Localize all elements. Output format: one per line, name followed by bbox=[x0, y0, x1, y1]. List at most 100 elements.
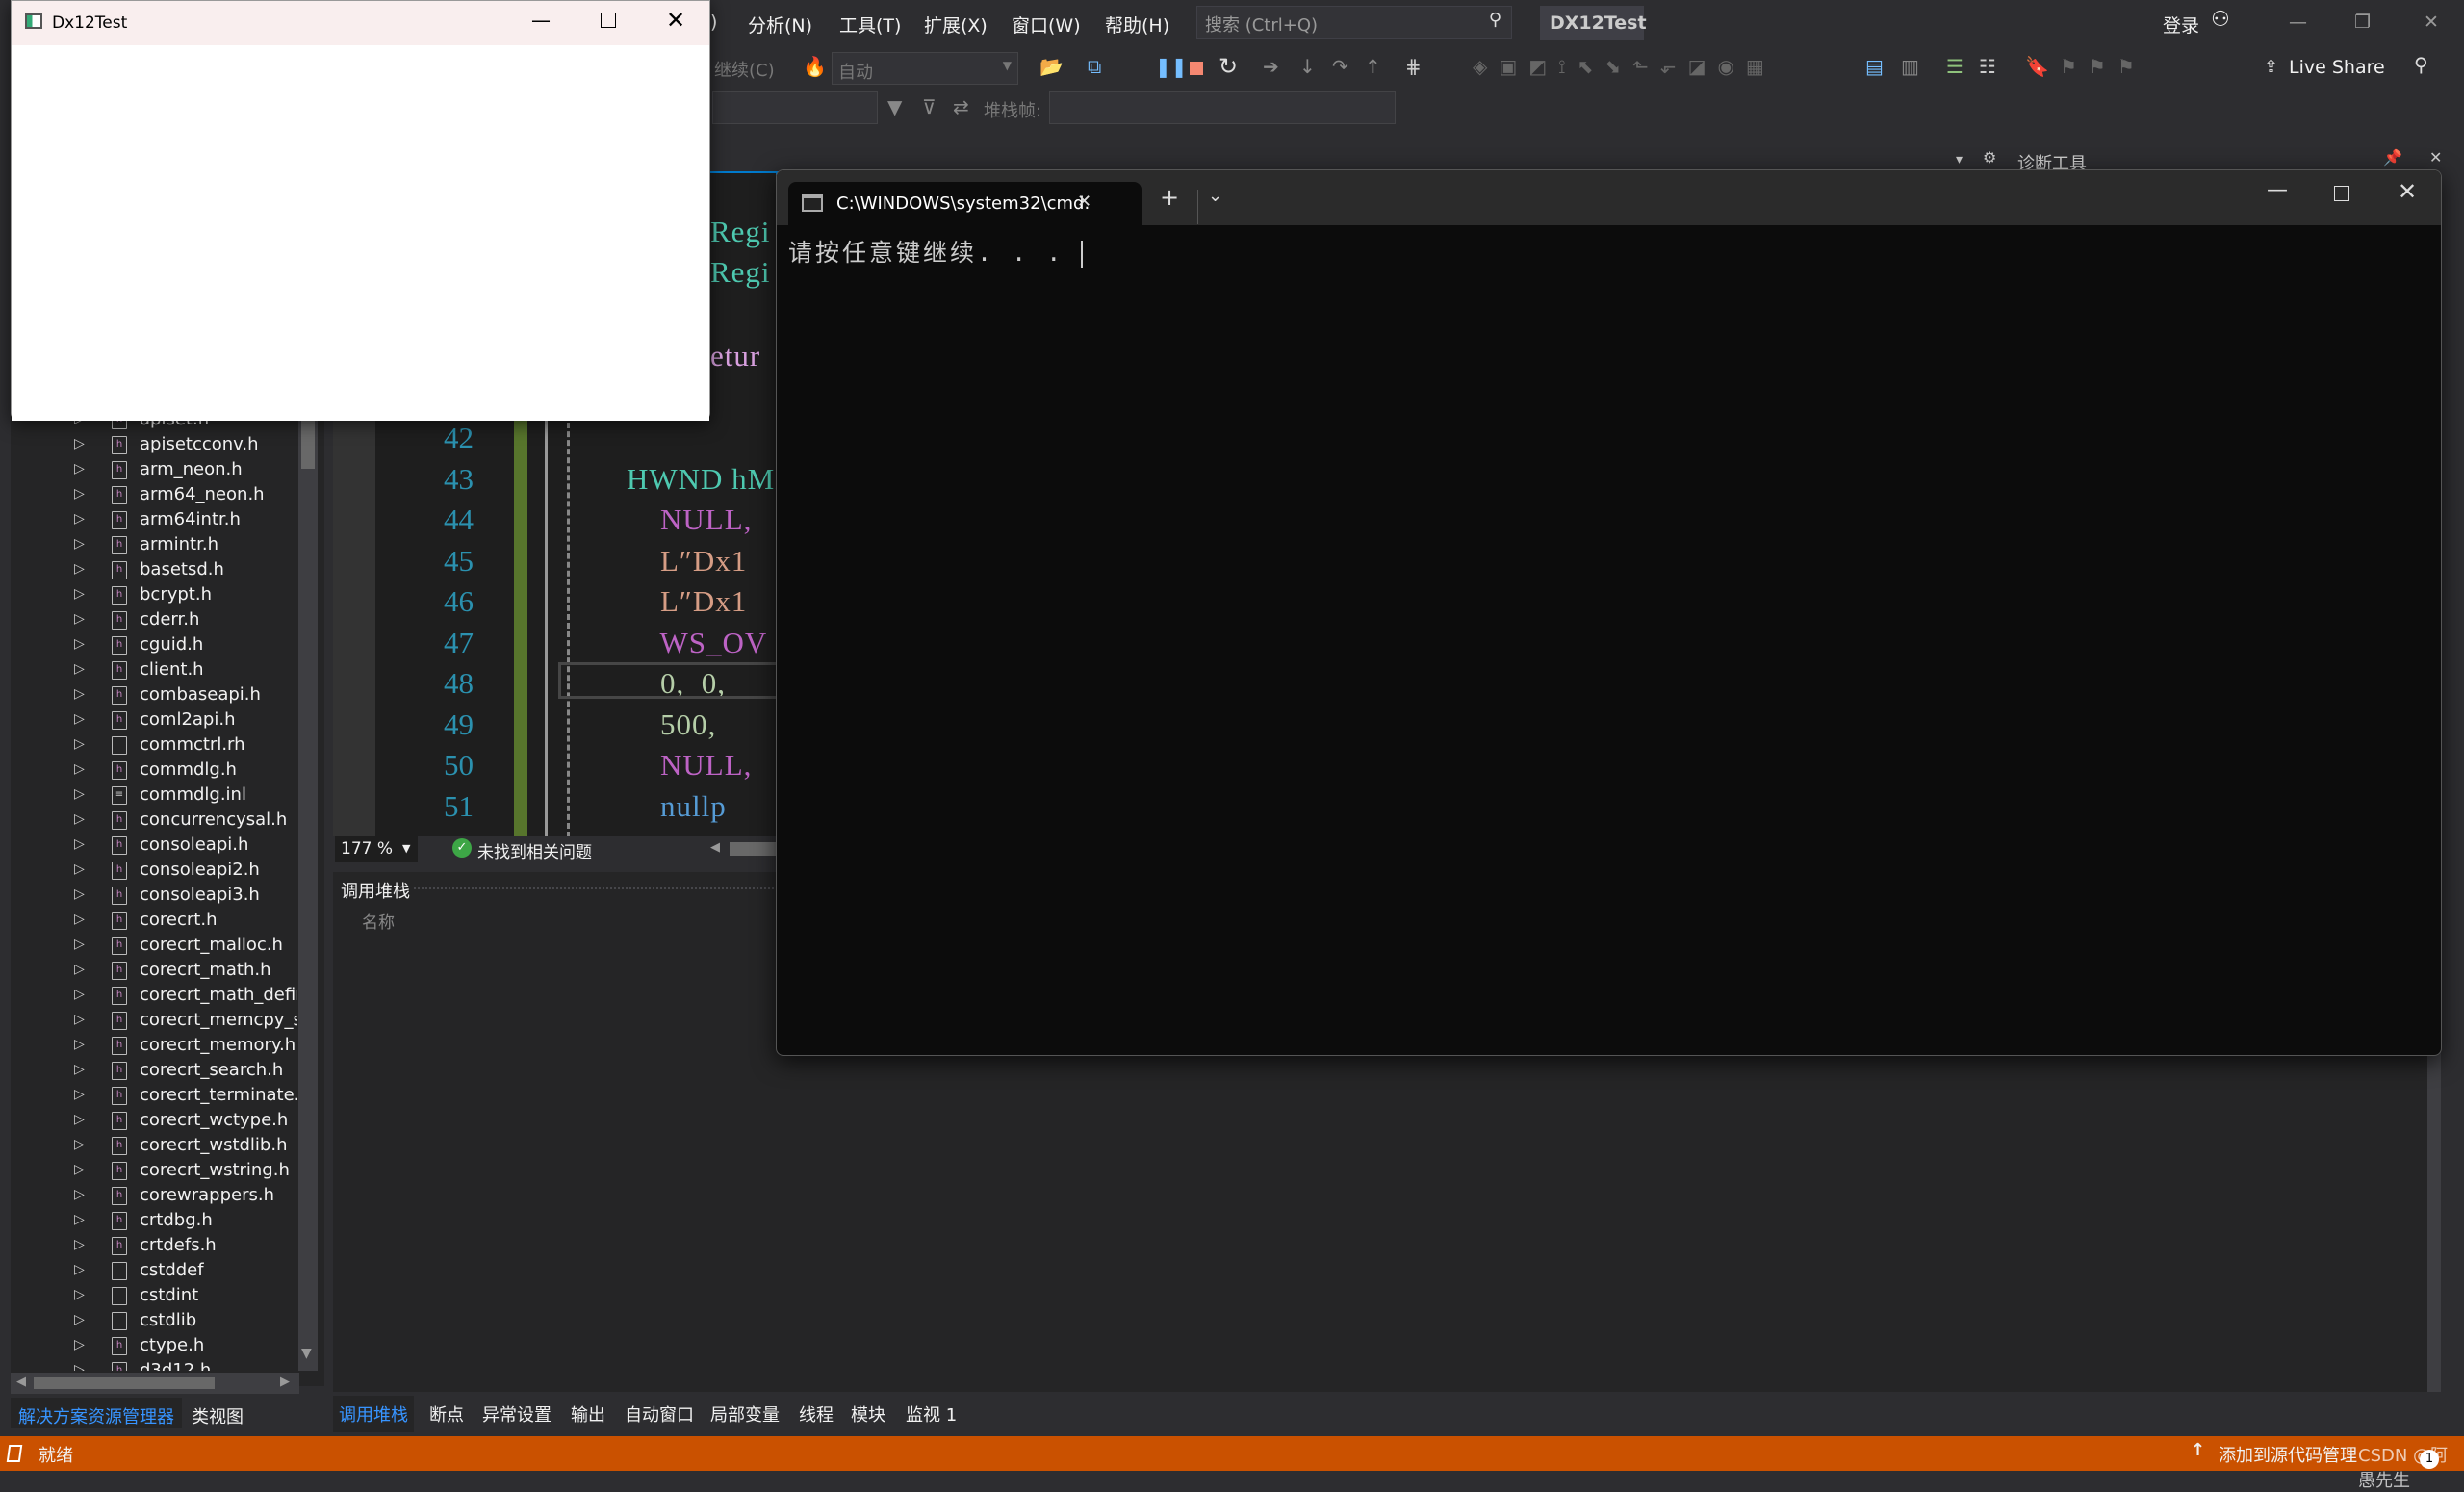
expand-icon[interactable]: ▷ bbox=[74, 1087, 85, 1102]
tab-7[interactable]: 线程 bbox=[799, 1402, 834, 1427]
expand-icon[interactable]: ▷ bbox=[74, 736, 85, 752]
expand-icon[interactable]: ▷ bbox=[74, 511, 85, 527]
outdent-icon[interactable]: ☷ bbox=[1979, 55, 1996, 78]
tab-5[interactable]: 自动窗口 bbox=[625, 1402, 694, 1427]
expand-icon[interactable]: ▷ bbox=[74, 887, 85, 902]
zoom-dropdown[interactable]: 177 % ▼ bbox=[335, 836, 418, 862]
tree-horizontal-scrollbar[interactable]: ◀ ▶ bbox=[11, 1373, 299, 1394]
expand-icon[interactable]: ▷ bbox=[74, 1337, 85, 1352]
thread-toggle-icon[interactable]: ⇄ bbox=[953, 95, 969, 118]
expand-icon[interactable]: ▷ bbox=[74, 761, 85, 777]
scroll-left-icon[interactable]: ◀ bbox=[710, 840, 720, 855]
screenshot-icon[interactable]: ⧉ bbox=[1088, 55, 1101, 78]
issues-status[interactable]: 未找到相关问题 bbox=[477, 838, 592, 862]
restore-button[interactable]: ❐ bbox=[2354, 12, 2371, 33]
tab-8[interactable]: 模块 bbox=[851, 1402, 886, 1427]
close-button[interactable]: ✕ bbox=[2424, 12, 2439, 33]
tree-item[interactable]: ▷ h d3d12.h bbox=[11, 1359, 297, 1371]
expand-icon[interactable]: ▷ bbox=[74, 1237, 85, 1252]
filter-icon[interactable]: ▼ bbox=[887, 95, 902, 118]
tree-item[interactable]: ▷ h armintr.h bbox=[11, 533, 297, 558]
expand-icon[interactable]: ▷ bbox=[74, 1162, 85, 1177]
tree-item[interactable]: ▷ cstddef bbox=[11, 1259, 297, 1284]
expand-icon[interactable]: ▷ bbox=[74, 1287, 85, 1302]
tree-item[interactable]: ▷ h apisetcconv.h bbox=[11, 433, 297, 458]
restart-icon[interactable]: ↻ bbox=[1219, 53, 1238, 80]
filter-clear-icon[interactable]: ⊽ bbox=[922, 95, 937, 118]
close-button[interactable]: ✕ bbox=[666, 7, 685, 34]
tree-item[interactable]: ▷ h corecrt_wstring.h bbox=[11, 1159, 297, 1184]
editor-hscroll-thumb[interactable] bbox=[730, 842, 776, 856]
scroll-down-icon[interactable]: ▼ bbox=[301, 1346, 312, 1361]
minimize-button[interactable]: — bbox=[2289, 12, 2307, 33]
expand-icon[interactable]: ▷ bbox=[74, 786, 85, 802]
tree-item[interactable]: ▷ h arm64_neon.h bbox=[11, 483, 297, 508]
new-tab-button[interactable]: + bbox=[1160, 184, 1179, 211]
tree-item[interactable]: ▷ h consoleapi3.h bbox=[11, 884, 297, 909]
tree-item[interactable]: ▷ ≡ commdlg.inl bbox=[11, 784, 297, 809]
tree-item[interactable]: ▷ commctrl.rh bbox=[11, 733, 297, 759]
pane-dropdown-icon[interactable]: ▾ bbox=[1956, 152, 1963, 167]
tree-item[interactable]: ▷ h cderr.h bbox=[11, 608, 297, 633]
tree-vertical-scrollbar[interactable] bbox=[298, 408, 318, 1371]
expand-icon[interactable]: ▷ bbox=[74, 586, 85, 602]
expand-icon[interactable]: ▷ bbox=[74, 987, 85, 1002]
expand-icon[interactable]: ▷ bbox=[74, 1037, 85, 1052]
uncomment-icon[interactable]: ▥ bbox=[1901, 55, 1919, 78]
tree-item[interactable]: ▷ h corecrt_malloc.h bbox=[11, 934, 297, 959]
terminal-output[interactable]: 请按任意键继续. . . bbox=[788, 234, 1084, 269]
terminal-tab[interactable]: C:\WINDOWS\system32\cmd. ✕ bbox=[788, 182, 1142, 225]
hex-display-icon[interactable]: ⋕ bbox=[1405, 55, 1422, 78]
expand-icon[interactable]: ▷ bbox=[74, 937, 85, 952]
arrow-up-icon[interactable]: ↑ bbox=[2191, 1440, 2205, 1460]
step-into-icon[interactable]: ↓ bbox=[1299, 55, 1316, 78]
expand-icon[interactable]: ▷ bbox=[74, 486, 85, 502]
scroll-right-icon[interactable]: ▶ bbox=[280, 1375, 290, 1389]
tree-item[interactable]: ▷ h consoleapi.h bbox=[11, 834, 297, 859]
expand-icon[interactable]: ▷ bbox=[74, 1137, 85, 1152]
tree-item[interactable]: ▷ h arm64intr.h bbox=[11, 508, 297, 533]
menu-analyze[interactable]: 分析(N) bbox=[748, 12, 812, 38]
tree-item[interactable]: ▷ h corecrt_terminate.h bbox=[11, 1084, 297, 1109]
tree-item[interactable]: ▷ h arm_neon.h bbox=[11, 458, 297, 483]
tree-scroll-thumb[interactable] bbox=[301, 421, 315, 469]
gear-icon[interactable]: ⚙ bbox=[1983, 148, 1996, 167]
tab-dropdown-icon[interactable]: ⌄ bbox=[1208, 186, 1222, 206]
indent-icon[interactable]: ☰ bbox=[1946, 55, 1964, 78]
tree-item[interactable]: ▷ h corecrt_search.h bbox=[11, 1059, 297, 1084]
tree-item[interactable]: ▷ h ctype.h bbox=[11, 1334, 297, 1359]
tree-item[interactable]: ▷ h concurrencysal.h bbox=[11, 809, 297, 834]
expand-icon[interactable]: ▷ bbox=[74, 611, 85, 627]
menu-item-fragment[interactable]: ) bbox=[710, 12, 717, 33]
tree-item[interactable]: ▷ h corecrt_math_defines.h bbox=[11, 984, 297, 1009]
tab-solution-explorer[interactable]: 解决方案资源管理器 bbox=[11, 1398, 182, 1428]
minimize-button[interactable]: — bbox=[2267, 178, 2288, 202]
tree-item[interactable]: ▷ h corecrt_wstdlib.h bbox=[11, 1134, 297, 1159]
bookmark-nav-icons[interactable]: ⚑⚑⚑ bbox=[2060, 55, 2146, 78]
scroll-left-icon[interactable]: ◀ bbox=[16, 1375, 26, 1389]
tab-9[interactable]: 监视 1 bbox=[906, 1402, 957, 1427]
expand-icon[interactable]: ▷ bbox=[74, 1312, 85, 1327]
expand-icon[interactable]: ▷ bbox=[74, 862, 85, 877]
tree-item[interactable]: ▷ h client.h bbox=[11, 658, 297, 683]
expand-icon[interactable]: ▷ bbox=[74, 962, 85, 977]
tab-class-view[interactable]: 类视图 bbox=[192, 1403, 244, 1428]
expand-icon[interactable]: ▷ bbox=[74, 1112, 85, 1127]
menu-window[interactable]: 窗口(W) bbox=[1012, 12, 1081, 38]
tree-item[interactable]: ▷ h corecrt_memcpy_s.h bbox=[11, 1009, 297, 1034]
process-dropdown[interactable] bbox=[712, 91, 878, 124]
expand-icon[interactable]: ▷ bbox=[74, 1212, 85, 1227]
bookmark-icon[interactable]: 🔖 bbox=[2025, 55, 2049, 78]
expand-icon[interactable]: ▷ bbox=[74, 1262, 85, 1277]
tab-6[interactable]: 局部变量 bbox=[710, 1402, 780, 1427]
minimize-button[interactable]: — bbox=[531, 9, 551, 32]
close-pane-icon[interactable]: ✕ bbox=[2429, 148, 2442, 167]
comment-icon[interactable]: ▤ bbox=[1865, 55, 1884, 78]
expand-icon[interactable]: ▷ bbox=[74, 1012, 85, 1027]
app-client-area[interactable] bbox=[12, 45, 709, 421]
maximize-button[interactable] bbox=[2334, 186, 2349, 201]
account-icon[interactable]: ⚇ bbox=[2211, 8, 2230, 32]
close-button[interactable]: ✕ bbox=[2398, 178, 2417, 205]
continue-button[interactable]: 继续(C) bbox=[714, 57, 775, 82]
menu-tools[interactable]: 工具(T) bbox=[839, 12, 901, 38]
